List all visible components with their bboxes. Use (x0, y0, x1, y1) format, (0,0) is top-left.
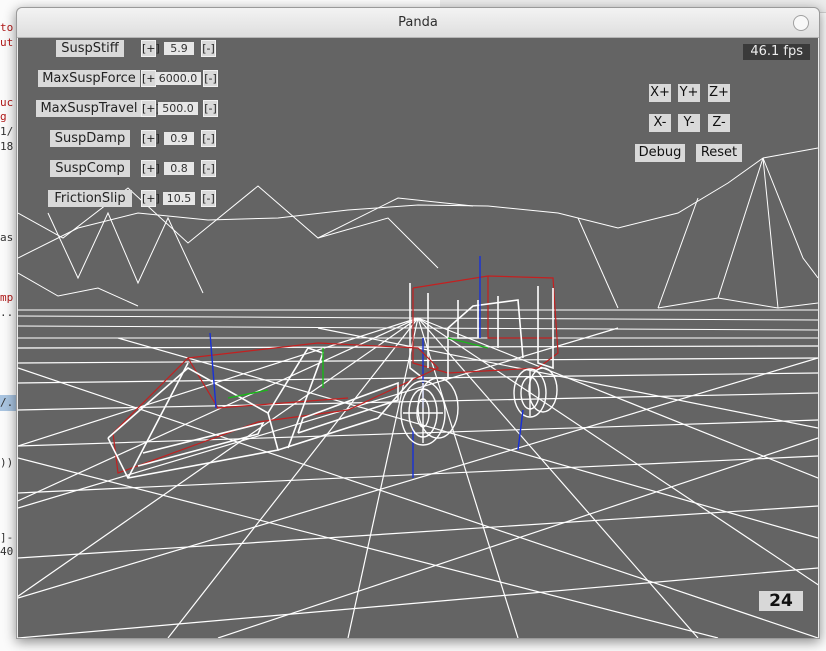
param-value-suspdamp: 0.9 (164, 132, 194, 145)
suspdamp-decrease-button[interactable]: [-] (201, 130, 216, 147)
background-code-line: 18 (0, 140, 14, 153)
background-code-line: to (0, 21, 14, 34)
background-code-line: .. (0, 306, 14, 319)
ground-grid (18, 317, 818, 638)
frictionslip-increase-button[interactable]: [+] (141, 190, 160, 207)
param-label-suspcomp: SuspComp (50, 160, 130, 177)
x-minus-button[interactable]: X- (649, 114, 671, 132)
suspstiff-increase-button[interactable]: [+] (141, 40, 160, 57)
param-value-maxsusptravel: 500.0 (158, 102, 198, 115)
param-label-suspstiff: SuspStiff (56, 40, 124, 57)
background-code-line: ]- (0, 531, 14, 544)
background-code-line: )) (0, 456, 14, 469)
fps-meter: 46.1 fps (743, 44, 810, 60)
suspcomp-increase-button[interactable]: [+] (141, 160, 160, 177)
param-label-maxsuspforce: MaxSuspForce (38, 70, 140, 87)
reset-button[interactable]: Reset (696, 144, 742, 162)
background-code-line: /. (0, 396, 14, 409)
window-titlebar[interactable]: Panda (17, 8, 819, 38)
debug-button[interactable]: Debug (635, 144, 685, 162)
suspcomp-decrease-button[interactable]: [-] (201, 160, 216, 177)
z-minus-button[interactable]: Z- (708, 114, 730, 132)
terrain-wireframe (18, 147, 818, 339)
background-code-line: ut (0, 36, 14, 49)
suspdamp-increase-button[interactable]: [+] (141, 130, 160, 147)
param-value-suspstiff: 5.9 (164, 42, 194, 55)
render-viewport[interactable]: SuspStiff [+] 5.9 [-] MaxSuspForce [+] 6… (18, 38, 818, 638)
frame-counter: 24 (759, 591, 803, 611)
background-code-line: uc (0, 96, 14, 109)
z-plus-button[interactable]: Z+ (708, 84, 730, 102)
truck-wheels-wireframe (400, 367, 558, 451)
x-plus-button[interactable]: X+ (649, 84, 671, 102)
background-code-line: as (0, 231, 14, 244)
background-code-line: 1/ (0, 125, 14, 138)
close-button[interactable] (793, 15, 809, 31)
background-code-line: g (0, 110, 7, 123)
frictionslip-decrease-button[interactable]: [-] (201, 190, 216, 207)
maxsuspforce-increase-button[interactable]: [+] (141, 70, 160, 87)
background-code-line: 40 (0, 545, 14, 558)
truck-cab-wireframe (409, 256, 559, 408)
maxsusptravel-increase-button[interactable]: [+] (141, 100, 160, 117)
param-value-suspcomp: 0.8 (164, 162, 194, 175)
truck-trailer-wireframe (107, 332, 440, 479)
y-minus-button[interactable]: Y- (678, 114, 700, 132)
maxsusptravel-decrease-button[interactable]: [-] (203, 100, 218, 117)
y-plus-button[interactable]: Y+ (678, 84, 700, 102)
param-label-maxsusptravel: MaxSuspTravel (36, 100, 142, 117)
background-code-line: mp (0, 291, 14, 304)
window-title: Panda (398, 15, 438, 30)
suspstiff-decrease-button[interactable]: [-] (201, 40, 216, 57)
param-label-frictionslip: FrictionSlip (48, 190, 132, 207)
param-label-suspdamp: SuspDamp (50, 130, 130, 147)
panda-window: Panda SuspStiff [+] 5.9 [-] MaxSuspForce… (16, 7, 820, 639)
param-value-maxsuspforce: 6000.0 (155, 72, 201, 85)
maxsuspforce-decrease-button[interactable]: [-] (203, 70, 218, 87)
param-value-frictionslip: 10.5 (163, 192, 195, 205)
